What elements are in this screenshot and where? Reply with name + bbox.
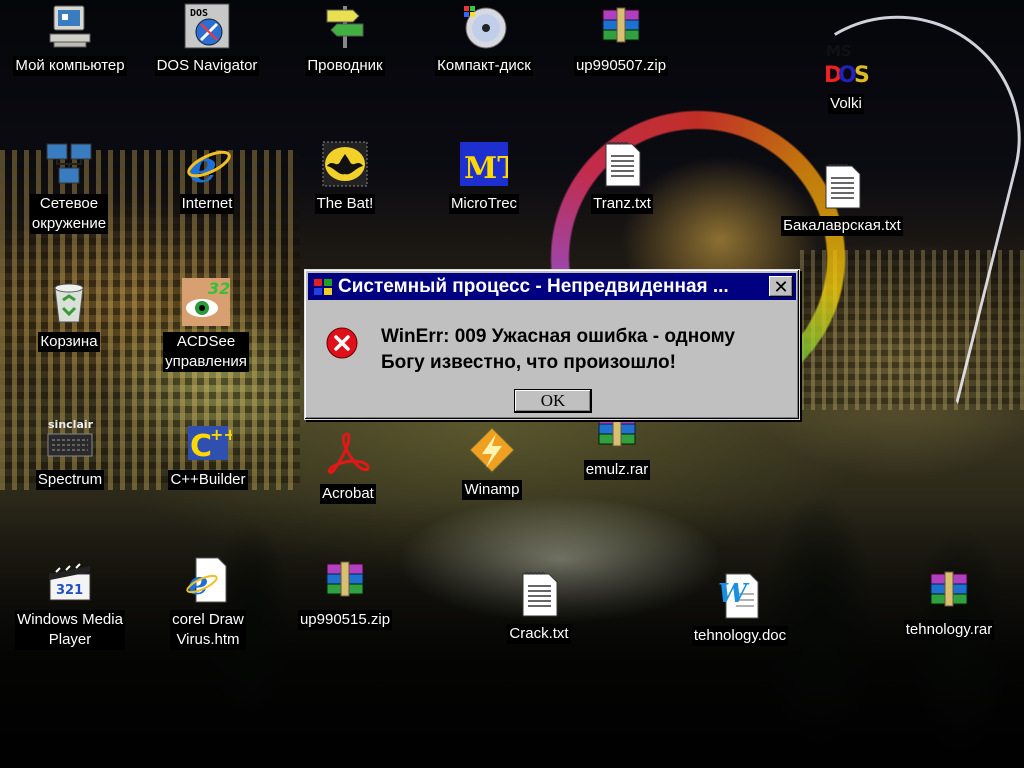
desktop-icon-label: C++Builder	[168, 470, 248, 490]
signpost-icon	[326, 6, 364, 48]
svg-text:DOS: DOS	[190, 8, 208, 19]
svg-text:321: 321	[56, 583, 83, 598]
dialog-message: WinErr: 009 Ужасная ошибка - одному Богу…	[381, 326, 735, 373]
desktop-icon-label: Сетевое окружение	[29, 194, 109, 234]
desktop-icon-label: Компакт-диск	[435, 56, 533, 76]
svg-text:e: e	[188, 564, 208, 602]
sinclair-icon: sinclair	[47, 418, 94, 457]
desktop-icon-microtrec[interactable]: MT MicroTrec	[446, 140, 522, 214]
bat-icon	[322, 141, 368, 187]
error-dialog: Системный процесс - Непредвиденная ... ✕…	[304, 269, 800, 420]
cpp-builder-icon: C ++	[188, 425, 232, 464]
desktop-icon-spectrum[interactable]: sinclair Spectrum	[30, 416, 110, 490]
msdos-icon: MS D O S	[824, 42, 870, 88]
desktop-icon-tehnology-doc[interactable]: W tehnology.doc	[686, 572, 794, 646]
html-file-icon: e	[186, 557, 227, 603]
desktop-icon-acrobat[interactable]: Acrobat	[310, 430, 386, 504]
svg-text:W: W	[718, 579, 750, 609]
desktop-icon-label: Корзина	[38, 332, 100, 352]
desktop-icon-acdsee[interactable]: 32 ACDSee управления	[158, 278, 254, 372]
desktop-icon-tranz[interactable]: Tranz.txt	[584, 140, 660, 214]
network-icon	[46, 143, 92, 184]
wallpaper-buildings-right	[800, 250, 1024, 410]
desktop-icon-label: The Bat!	[314, 194, 376, 214]
desktop-icon-label: Acrobat	[320, 484, 376, 504]
archive-icon	[326, 561, 364, 597]
text-file-icon	[825, 164, 861, 209]
desktop-icon-label: Internet	[179, 194, 235, 214]
desktop: Мой компьютер DOS DOS Navigator Проводни…	[0, 0, 1024, 768]
close-icon: ✕	[773, 276, 789, 297]
text-file-icon	[605, 142, 641, 187]
desktop-icon-label: Volki	[828, 94, 864, 114]
dialog-titlebar[interactable]: Системный процесс - Непредвиденная ... ✕	[308, 273, 796, 300]
desktop-icon-cd-drive[interactable]: Компакт-диск	[426, 2, 542, 76]
acdsee-icon: 32	[182, 278, 230, 326]
desktop-icon-label: MicroTrec	[448, 194, 520, 214]
svg-text:MT: MT	[464, 151, 508, 186]
desktop-icon-label: ACDSee управления	[163, 332, 249, 372]
computer-icon	[49, 5, 91, 48]
desktop-icon-dos-navigator[interactable]: DOS DOS Navigator	[150, 2, 264, 76]
desktop-icon-label: DOS Navigator	[154, 56, 260, 76]
desktop-icon-cpp-builder[interactable]: C ++ C++Builder	[162, 416, 254, 490]
desktop-icon-explorer[interactable]: Проводник	[298, 2, 392, 76]
desktop-icon-my-computer[interactable]: Мой компьютер	[8, 2, 132, 76]
desktop-icon-label: tehnology.rar	[903, 620, 995, 640]
desktop-icon-label: corel Draw Virus.htm	[170, 610, 246, 650]
dialog-title: Системный процесс - Непредвиденная ...	[338, 275, 729, 297]
desktop-icon-winamp[interactable]: Winamp	[452, 426, 532, 500]
svg-text:sinclair: sinclair	[48, 418, 94, 431]
error-icon	[326, 327, 358, 359]
desktop-icon-label: Winamp	[462, 480, 522, 500]
svg-text:MS: MS	[826, 42, 852, 60]
desktop-icon-label: up990507.zip	[573, 56, 669, 76]
desktop-icon-label: Spectrum	[35, 470, 105, 490]
desktop-icon-label: Tranz.txt	[591, 194, 653, 214]
desktop-icon-label: up990515.zip	[297, 610, 393, 630]
desktop-icon-tehnology-rar[interactable]: tehnology.rar	[896, 566, 1002, 640]
desktop-icon-label: tehnology.doc	[691, 626, 789, 646]
desktop-icon-crack[interactable]: Crack.txt	[502, 570, 576, 644]
desktop-icon-label: Мой компьютер	[13, 56, 127, 76]
archive-icon	[930, 571, 968, 607]
acrobat-icon	[327, 432, 370, 474]
winamp-icon	[469, 427, 515, 473]
archive-icon	[602, 7, 640, 43]
svg-text:++: ++	[210, 425, 232, 444]
desktop-icon-label: Windows Media Player	[15, 610, 125, 650]
text-file-icon	[522, 572, 558, 617]
desktop-icon-wmp[interactable]: 321 Windows Media Player	[10, 556, 130, 650]
desktop-icon-the-bat[interactable]: The Bat!	[310, 140, 380, 214]
word-doc-icon: W	[718, 573, 759, 619]
desktop-icon-label: Бакалаврская.txt	[781, 216, 903, 236]
desktop-icon-up990515[interactable]: up990515.zip	[292, 556, 398, 630]
cd-icon	[464, 6, 507, 49]
desktop-icon-internet[interactable]: e Internet	[172, 140, 242, 214]
desktop-icon-network[interactable]: Сетевое окружение	[22, 140, 116, 234]
dialog-close-button[interactable]: ✕	[769, 276, 793, 297]
mt-icon: MT	[460, 142, 508, 186]
desktop-icon-recycle-bin[interactable]: Корзина	[30, 278, 108, 352]
ok-button[interactable]: OK	[514, 389, 592, 413]
svg-text:S: S	[854, 63, 870, 88]
svg-text:C: C	[190, 429, 212, 464]
desktop-icon-coreldraw-virus[interactable]: e corel Draw Virus.htm	[160, 556, 256, 650]
desktop-icon-label: Crack.txt	[507, 624, 571, 644]
media-player-icon: 321	[49, 563, 91, 601]
desktop-icon-up990507[interactable]: up990507.zip	[566, 2, 676, 76]
ie-icon: e	[187, 142, 231, 188]
svg-text:32: 32	[208, 279, 230, 298]
desktop-icon-label: Проводник	[305, 56, 385, 76]
desktop-icon-label: emulz.rar	[583, 460, 651, 480]
dos-navigator-icon: DOS	[184, 3, 230, 49]
desktop-icon-volki[interactable]: MS D O S Volki	[812, 40, 880, 114]
recycle-bin-icon	[54, 283, 84, 323]
windows-logo-icon	[314, 278, 332, 295]
desktop-icon-bakalavrskaya[interactable]: Бакалаврская.txt	[774, 162, 910, 236]
